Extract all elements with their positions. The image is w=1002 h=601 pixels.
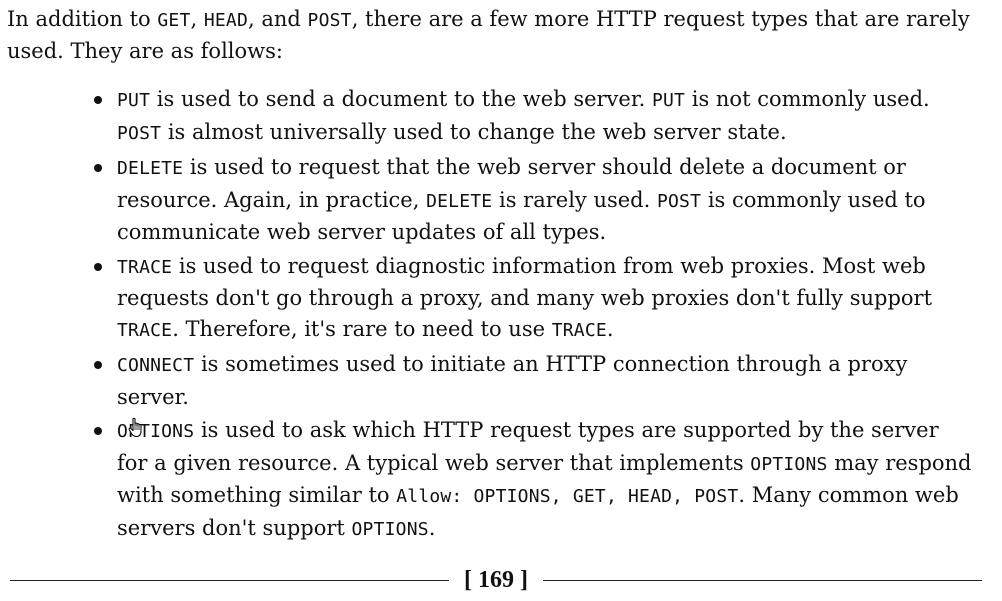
hand-pointer-icon bbox=[128, 417, 142, 438]
page-number: [ 169 ] bbox=[464, 566, 528, 593]
code-delete: DELETE bbox=[426, 190, 493, 212]
book-page: In addition to GET, HEAD, and POST, ther… bbox=[0, 0, 1002, 601]
code-connect: CONNECT bbox=[117, 355, 195, 376]
code-options: OPTIONS bbox=[750, 453, 828, 475]
bullet-icon bbox=[94, 262, 102, 271]
bullet-icon bbox=[94, 164, 102, 172]
bullet-icon bbox=[94, 96, 102, 104]
code-delete: DELETE bbox=[117, 158, 184, 179]
code-post: POST bbox=[117, 122, 162, 144]
item-text: is not commonly used. bbox=[685, 87, 930, 111]
item-text: . bbox=[606, 316, 614, 341]
code-trace: TRACE bbox=[117, 319, 173, 341]
code-post: POST bbox=[307, 10, 352, 31]
code-put: PUT bbox=[651, 90, 686, 111]
list-item-put: PUT is used to send a document to the we… bbox=[88, 84, 973, 149]
intro-text: , bbox=[190, 7, 204, 31]
item-text: . Therefore, it's rare to need to use bbox=[172, 316, 552, 341]
bullet-icon bbox=[94, 427, 102, 435]
item-text: is used to send a document to the web se… bbox=[150, 87, 652, 111]
intro-text: In addition to bbox=[7, 7, 158, 31]
footer-rule-right bbox=[543, 579, 983, 581]
code-head: HEAD bbox=[203, 10, 249, 31]
code-put: PUT bbox=[117, 90, 151, 111]
list-item-connect: CONNECT is sometimes used to initiate an… bbox=[88, 349, 973, 412]
footer-rule-left bbox=[10, 579, 450, 581]
item-text: . bbox=[428, 515, 436, 540]
code-get: GET bbox=[157, 10, 191, 31]
code-allow-header: Allow: OPTIONS, GET, HEAD, POST bbox=[396, 486, 739, 507]
page-footer: [ 169 ] bbox=[10, 563, 983, 597]
list-item-trace: TRACE is used to request diagnostic info… bbox=[88, 251, 973, 347]
intro-text: , and bbox=[248, 7, 308, 31]
code-options: OPTIONS bbox=[351, 518, 429, 540]
item-text: is used to request diagnostic informatio… bbox=[117, 253, 933, 311]
item-text: is rarely used. bbox=[492, 187, 657, 212]
list-item-options: OPTIONS is used to ask which HTTP reques… bbox=[88, 415, 973, 545]
bullet-icon bbox=[94, 361, 102, 369]
request-types-list: PUT is used to send a document to the we… bbox=[88, 84, 973, 548]
list-item-delete: DELETE is used to request that the web s… bbox=[88, 152, 973, 248]
item-text: is almost universally used to change the… bbox=[161, 119, 787, 144]
code-trace: TRACE bbox=[117, 256, 173, 278]
code-post: POST bbox=[656, 190, 702, 212]
item-text: is sometimes used to initiate an HTTP co… bbox=[117, 352, 908, 409]
intro-paragraph: In addition to GET, HEAD, and POST, ther… bbox=[7, 4, 987, 66]
code-trace: TRACE bbox=[551, 319, 607, 341]
